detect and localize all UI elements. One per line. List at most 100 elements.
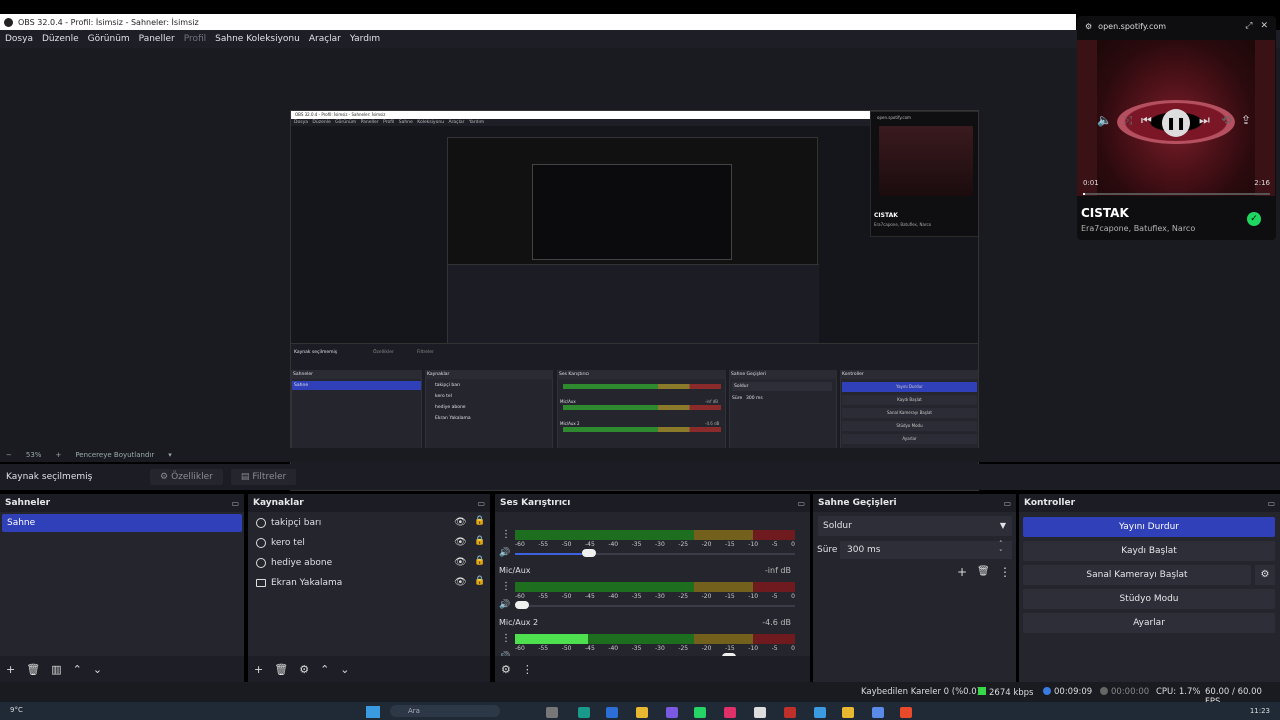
source-row[interactable]: kero tel 👁 🔒 <box>248 533 488 553</box>
expand-icon[interactable]: ⤢ <box>1245 21 1252 31</box>
chrome-icon[interactable] <box>900 707 912 718</box>
channel-menu-icon[interactable]: ⋮ <box>501 581 511 592</box>
virtualcam-settings-gear-icon[interactable]: ⚙ <box>1255 565 1275 585</box>
app-icon[interactable] <box>666 707 678 718</box>
speaker-icon[interactable]: 🔊 <box>499 548 510 558</box>
source-row[interactable]: Ekran Yakalama 👁 🔒 <box>248 573 488 593</box>
weather[interactable]: 9°C <box>10 706 23 714</box>
play-pause-button[interactable]: ❚❚ <box>1162 109 1190 137</box>
menu-gorunum[interactable]: Görünüm <box>88 34 130 44</box>
volume-knob[interactable] <box>581 549 596 557</box>
obs-task-icon[interactable] <box>784 707 796 718</box>
scene-item[interactable]: Sahne <box>2 514 242 532</box>
windows-start-icon[interactable] <box>366 706 380 718</box>
stop-stream-button[interactable]: Yayını Durdur <box>1023 517 1275 537</box>
studio-mode-button[interactable]: Stüdyo Modu <box>1023 589 1275 609</box>
duration-input[interactable]: 300 ms <box>840 541 1012 559</box>
move-up-icon[interactable]: ⌃ <box>320 663 329 676</box>
undock-icon[interactable]: ▭ <box>797 499 805 508</box>
speaker-icon[interactable]: 🔊 <box>499 600 510 610</box>
scene-filters-icon[interactable]: ▥ <box>51 663 61 676</box>
start-virtualcam-button[interactable]: Sanal Kamerayı Başlat <box>1023 565 1251 585</box>
start-recording-button[interactable]: Kaydı Başlat <box>1023 541 1275 561</box>
edge-icon[interactable] <box>578 707 590 718</box>
track-title[interactable]: CISTAK <box>1081 206 1129 220</box>
task-view-icon[interactable] <box>546 707 558 718</box>
transition-menu-icon[interactable]: ⋮ <box>999 565 1011 579</box>
zoom-fit-select[interactable]: Pencereye Boyutlandır <box>75 451 154 459</box>
move-down-icon[interactable]: ⌄ <box>340 663 349 676</box>
channel-menu-icon[interactable]: ⋮ <box>501 529 511 540</box>
taskbar-search[interactable]: Ara <box>390 705 500 717</box>
lock-icon[interactable]: 🔒 <box>474 556 485 566</box>
volume-slider[interactable] <box>515 605 795 607</box>
progress-bar[interactable] <box>1083 193 1270 195</box>
saved-check-icon[interactable]: ✓ <box>1247 212 1261 226</box>
source-row[interactable]: hediye abone 👁 🔒 <box>248 553 488 573</box>
app-icon[interactable] <box>724 707 736 718</box>
mixer-tick: -30 <box>654 593 665 600</box>
lock-icon[interactable]: 🔒 <box>474 576 485 586</box>
mixer-tick: -35 <box>631 541 642 548</box>
move-down-icon[interactable]: ⌄ <box>93 663 102 676</box>
menu-sahne-koleksiyonu[interactable]: Sahne Koleksiyonu <box>215 34 300 44</box>
visibility-eye-icon[interactable]: 👁 <box>454 557 467 568</box>
zoom-chevron-down-icon[interactable]: ▾ <box>168 451 172 459</box>
volume-icon[interactable]: 🔈 <box>1097 113 1112 127</box>
undock-icon[interactable]: ▭ <box>1003 499 1011 508</box>
volume-slider[interactable] <box>515 553 795 555</box>
add-source-icon[interactable]: + <box>254 663 263 676</box>
shuffle-icon[interactable]: ⤨ <box>1123 113 1133 128</box>
tune-icon[interactable]: ⚙ <box>1085 22 1092 31</box>
advanced-audio-icon[interactable]: ⚙ <box>501 663 511 676</box>
store-icon[interactable] <box>606 707 618 718</box>
menu-araclar[interactable]: Araçlar <box>309 34 341 44</box>
share-icon[interactable]: ⇪ <box>1241 113 1251 127</box>
stepper-icon[interactable]: ˄ ˅ <box>999 540 1003 558</box>
close-icon[interactable]: ✕ <box>1260 21 1268 31</box>
menu-duzenle[interactable]: Düzenle <box>42 34 79 44</box>
channel-menu-icon[interactable]: ⋮ <box>501 633 511 644</box>
visibility-eye-icon[interactable]: 👁 <box>454 537 467 548</box>
properties-button[interactable]: ⚙ Özellikler <box>150 469 223 485</box>
menu-paneller[interactable]: Paneller <box>139 34 175 44</box>
transition-select[interactable]: Soldur ▼ <box>818 516 1012 536</box>
explorer-icon[interactable] <box>636 707 648 718</box>
filters-button[interactable]: ▤ Filtreler <box>230 469 297 485</box>
undock-icon[interactable]: ▭ <box>1267 499 1275 508</box>
app-icon[interactable] <box>872 707 884 718</box>
visibility-eye-icon[interactable]: 👁 <box>454 517 467 528</box>
previous-icon[interactable]: ⏮ <box>1141 113 1152 128</box>
menu-dosya[interactable]: Dosya <box>5 34 33 44</box>
undock-icon[interactable]: ▭ <box>231 499 239 508</box>
menu-yardim[interactable]: Yardım <box>350 34 380 44</box>
source-row[interactable]: takipçi barı 👁 🔒 <box>248 513 488 533</box>
app-icon[interactable] <box>814 707 826 718</box>
visibility-eye-icon[interactable]: 👁 <box>454 577 467 588</box>
volume-knob[interactable] <box>515 601 529 609</box>
mixer-menu-icon[interactable]: ⋮ <box>522 663 533 676</box>
gear-icon: ⚙ <box>160 472 169 482</box>
next-icon[interactable]: ⏭ <box>1199 113 1210 128</box>
notepad-icon[interactable] <box>754 707 766 718</box>
remove-source-icon[interactable]: 🗑 <box>274 663 288 676</box>
whatsapp-icon[interactable] <box>694 707 706 718</box>
app-icon[interactable] <box>842 707 854 718</box>
clock[interactable]: 11:23 <box>1250 707 1270 715</box>
lock-icon[interactable]: 🔒 <box>474 516 485 526</box>
remove-transition-icon[interactable]: 🗑 <box>977 566 990 577</box>
move-up-icon[interactable]: ⌃ <box>73 663 82 676</box>
lock-icon[interactable]: 🔒 <box>474 536 485 546</box>
source-properties-icon[interactable]: ⚙ <box>299 663 309 676</box>
rec-time-value: 00:00:00 <box>1111 687 1150 697</box>
undock-icon[interactable]: ▭ <box>477 499 485 508</box>
repeat-icon[interactable]: ⟲ <box>1221 113 1231 127</box>
menu-profil[interactable]: Profil <box>184 34 206 44</box>
remove-scene-icon[interactable]: 🗑 <box>26 663 40 676</box>
add-scene-icon[interactable]: + <box>6 663 15 676</box>
zoom-out-button[interactable]: − <box>6 451 12 459</box>
settings-button[interactable]: Ayarlar <box>1023 613 1275 633</box>
track-artists[interactable]: Era7capone, Batuflex, Narco <box>1081 224 1195 233</box>
zoom-in-button[interactable]: + <box>55 451 61 459</box>
add-transition-icon[interactable]: + <box>957 565 967 579</box>
